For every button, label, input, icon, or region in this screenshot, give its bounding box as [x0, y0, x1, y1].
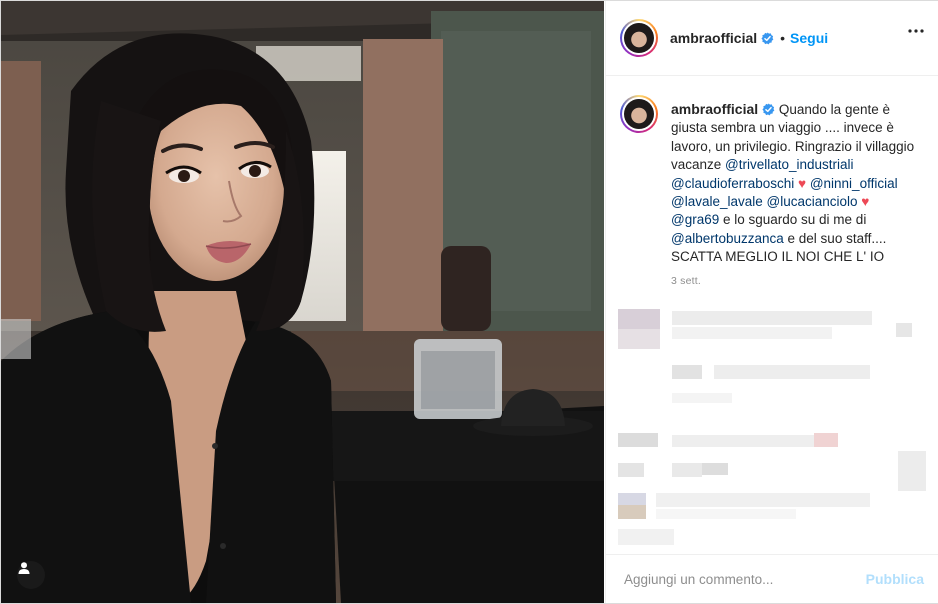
caption-username[interactable]: ambraofficial — [671, 101, 758, 117]
comments-list-pixelated — [606, 297, 938, 555]
avatar[interactable] — [620, 19, 658, 57]
add-comment-bar: Pubblica — [606, 554, 938, 603]
avatar-image — [624, 23, 654, 53]
caption-mention-link[interactable]: @claudioferraboschi — [671, 176, 794, 191]
follow-separator: • — [780, 30, 786, 46]
caption-text-segment: e lo sguardo su di me di — [719, 212, 867, 228]
caption-mention-link[interactable]: @lucacianciolo — [767, 194, 858, 209]
caption-body: Quando la gente è giusta sembra un viagg… — [671, 102, 914, 264]
caption-avatar-image — [624, 99, 654, 129]
caption-avatar[interactable] — [620, 95, 658, 133]
verified-badge-icon — [762, 103, 775, 116]
post-side-panel: ambraofficial • Segui ambraofficial Quan… — [605, 1, 938, 603]
instagram-post: ambraofficial • Segui ambraofficial Quan… — [0, 0, 938, 604]
caption-mention-link[interactable]: @albertobuzzanca — [671, 231, 784, 246]
user-tag-icon[interactable] — [17, 561, 45, 589]
verified-badge-icon — [761, 31, 774, 44]
post-timestamp[interactable]: 3 sett. — [671, 275, 701, 287]
caption-mention-link[interactable]: @trivellato_industriali — [725, 157, 854, 172]
more-options-icon[interactable] — [908, 29, 924, 33]
post-header: ambraofficial • Segui — [606, 1, 938, 76]
caption-mention-link[interactable]: @ninni_official — [810, 176, 898, 191]
caption-mention-link[interactable]: @gra69 — [671, 212, 719, 227]
user-silhouette-icon — [18, 562, 30, 574]
caption-text: ambraofficial Quando la gente è giusta s… — [671, 100, 921, 267]
photo-illustration — [1, 1, 604, 603]
heart-emoji-icon: ♥ — [798, 175, 807, 191]
heart-emoji-icon: ♥ — [861, 194, 870, 210]
follow-button[interactable]: Segui — [790, 30, 828, 46]
publish-button[interactable]: Pubblica — [866, 571, 924, 587]
header-username[interactable]: ambraofficial — [670, 30, 757, 46]
post-photo[interactable] — [1, 1, 604, 603]
comment-input[interactable] — [622, 570, 846, 588]
caption-mention-link[interactable]: @lavale_lavale — [671, 194, 763, 209]
